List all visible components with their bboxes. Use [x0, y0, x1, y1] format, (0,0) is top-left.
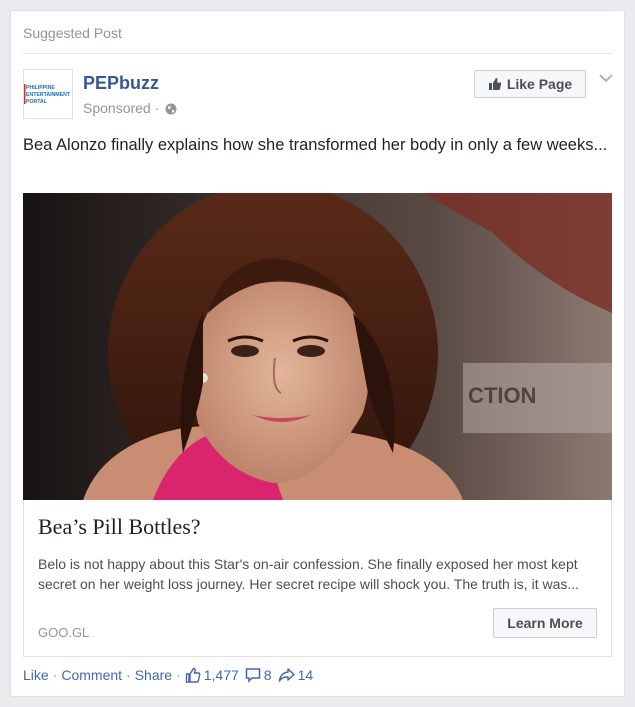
action-separator: ·	[52, 667, 58, 683]
header-divider	[23, 53, 612, 54]
link-title[interactable]: Bea’s Pill Bottles?	[38, 514, 201, 540]
sponsored-row: Sponsored ·	[83, 100, 177, 116]
link-preview[interactable]: Bea’s Pill Bottles? Belo is not happy ab…	[23, 500, 612, 657]
like-page-label: Like Page	[506, 76, 573, 92]
post-actions-bar: Like · Comment · Share · 1,477 8 14	[23, 667, 319, 683]
comment-bubble-icon	[245, 668, 261, 683]
globe-icon	[165, 103, 177, 115]
share-action-link[interactable]: Share	[135, 667, 172, 683]
action-separator: ·	[176, 667, 181, 683]
like-action-link[interactable]: Like	[23, 667, 49, 683]
page-name-link[interactable]: PEPbuzz	[83, 73, 159, 94]
logo-line-3: PORTAL	[26, 99, 48, 105]
like-page-button[interactable]: Like Page	[474, 70, 586, 98]
comments-count[interactable]: 8	[245, 667, 272, 683]
learn-more-button[interactable]: Learn More	[493, 608, 597, 638]
likes-count[interactable]: 1,477	[185, 667, 239, 683]
thumbs-up-outline-icon	[185, 667, 201, 683]
shares-count[interactable]: 14	[278, 667, 314, 683]
link-description: Belo is not happy about this Star's on-a…	[38, 556, 580, 592]
photo-background-text: CTION	[468, 383, 536, 408]
shares-count-text: 14	[297, 667, 314, 683]
sponsored-label[interactable]: Sponsored	[83, 100, 151, 116]
suggested-post-label: Suggested Post	[23, 25, 122, 41]
action-separator: ·	[126, 667, 131, 683]
suggested-post-card: Suggested Post PHILIPPINE ENTERTAINMENT …	[10, 10, 625, 697]
page-logo[interactable]: PHILIPPINE ENTERTAINMENT PORTAL	[23, 69, 73, 119]
chevron-down-icon[interactable]	[599, 73, 613, 83]
sponsored-separator: ·	[150, 100, 164, 116]
comment-action-link[interactable]: Comment	[61, 667, 122, 683]
likes-count-text: 1,477	[203, 667, 239, 683]
share-arrow-icon	[278, 668, 295, 682]
comments-count-text: 8	[263, 667, 272, 683]
link-domain: GOO.GL	[38, 625, 90, 640]
post-photo[interactable]: CTION	[23, 193, 612, 500]
thumbs-up-icon	[488, 78, 501, 90]
logo-line-1: PHILIPPINE	[26, 85, 55, 91]
post-text: Bea Alonzo finally explains how she tran…	[23, 136, 608, 154]
logo-line-2: ENTERTAINMENT	[26, 92, 71, 98]
